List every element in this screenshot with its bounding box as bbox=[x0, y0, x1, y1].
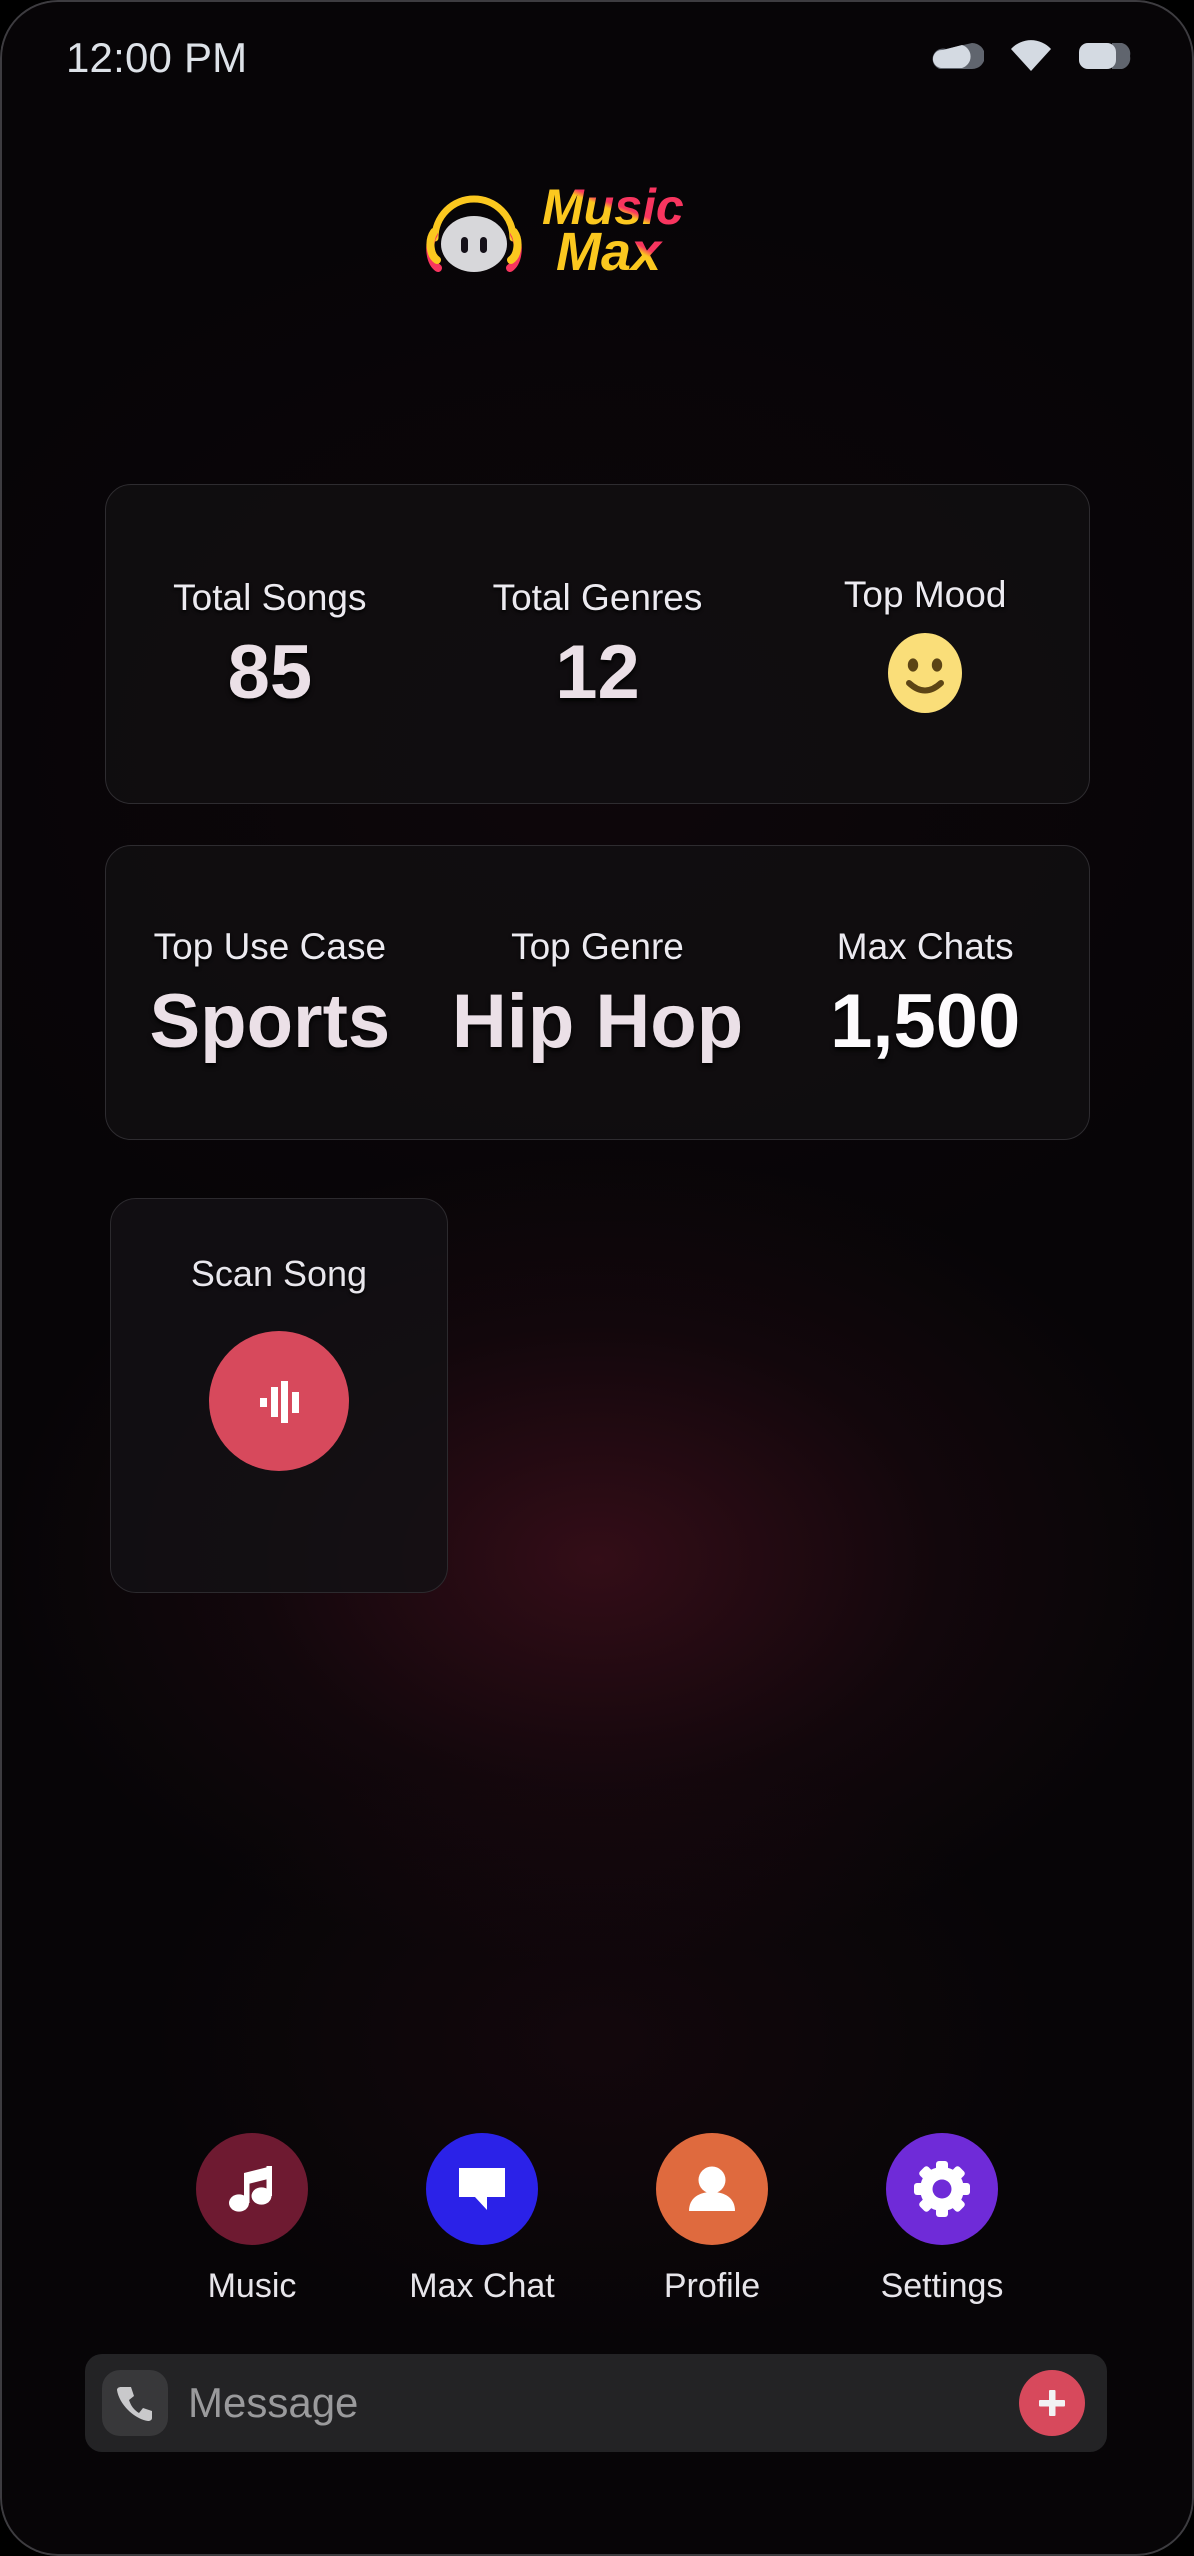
nav-icon-circle bbox=[656, 2133, 768, 2245]
scan-song-card[interactable]: Scan Song bbox=[110, 1198, 448, 1593]
nav-label: Music bbox=[207, 2267, 297, 2305]
nav-label: Settings bbox=[880, 2267, 1004, 2305]
audio-waveform-icon bbox=[260, 1381, 299, 1423]
stat-label: Top Mood bbox=[843, 574, 1007, 615]
stat-value-mood bbox=[886, 632, 964, 714]
status-bar-clock: 12:00 PM bbox=[66, 34, 248, 81]
add-attachment-button[interactable] bbox=[1019, 2370, 1085, 2436]
robot-headphones-icon bbox=[422, 182, 526, 274]
message-input-bar bbox=[85, 2354, 1107, 2452]
nav-icon-circle bbox=[426, 2133, 538, 2245]
stat-label: Max Chats bbox=[836, 925, 1014, 967]
stat-value: 85 bbox=[227, 630, 313, 715]
stat-label: Top Genre bbox=[511, 925, 684, 967]
plus-icon bbox=[1039, 2390, 1065, 2416]
stat-cell-top-genre: Top Genre Hip Hop bbox=[434, 926, 762, 1060]
nav-icon-circle bbox=[196, 2133, 308, 2245]
cellular-signal-icon bbox=[932, 41, 985, 76]
stat-value: 12 bbox=[555, 630, 640, 715]
wifi-icon bbox=[1010, 39, 1052, 77]
stat-label: Total Genres bbox=[492, 577, 703, 618]
status-bar-icons bbox=[932, 38, 1132, 78]
scan-song-label: Scan Song bbox=[190, 1253, 368, 1294]
stat-cell-top-use-case: Top Use Case Sports bbox=[106, 926, 434, 1060]
phone-device-frame: 12:00 PM Music Max Total Songs 85 Total … bbox=[0, 0, 1194, 2556]
stat-label: Total Songs bbox=[173, 577, 367, 618]
stat-value: 1,500 bbox=[830, 978, 1021, 1064]
nav-label: Profile bbox=[663, 2267, 761, 2305]
smiling-face-icon bbox=[888, 633, 963, 713]
stat-value: Hip Hop bbox=[451, 978, 744, 1064]
battery-icon bbox=[1078, 41, 1132, 76]
scan-song-button[interactable] bbox=[209, 1331, 349, 1471]
nav-item-profile[interactable]: Profile bbox=[625, 2133, 799, 2306]
overview-stats-card: Total Songs 85 Total Genres 12 Top Mood bbox=[105, 484, 1090, 804]
app-wordmark: Music Max bbox=[540, 179, 772, 282]
bottom-navigation: Music Max Chat Profile Settings bbox=[0, 2133, 1194, 2306]
gear-icon bbox=[914, 2161, 970, 2217]
person-icon bbox=[689, 2166, 735, 2211]
phone-icon[interactable] bbox=[102, 2370, 168, 2436]
nav-icon-circle bbox=[886, 2133, 998, 2245]
stat-value: Sports bbox=[149, 978, 391, 1064]
nav-item-max-chat[interactable]: Max Chat bbox=[395, 2133, 569, 2306]
stat-cell-total-songs: Total Songs 85 bbox=[106, 577, 434, 711]
app-logo: Music Max bbox=[0, 179, 1194, 282]
message-input[interactable] bbox=[188, 2354, 999, 2452]
speech-bubble-icon bbox=[459, 2168, 505, 2210]
music-note-icon bbox=[229, 2166, 272, 2212]
nav-item-music[interactable]: Music bbox=[165, 2133, 339, 2306]
app-screen: 12:00 PM Music Max Total Songs 85 Total … bbox=[0, 0, 1194, 2556]
nav-item-settings[interactable]: Settings bbox=[855, 2133, 1029, 2306]
insights-stats-card: Top Use Case Sports Top Genre Hip Hop Ma… bbox=[105, 845, 1090, 1140]
stat-cell-total-genres: Total Genres 12 bbox=[434, 577, 762, 711]
stat-cell-max-chats: Max Chats 1,500 bbox=[761, 926, 1089, 1060]
stat-cell-top-mood: Top Mood bbox=[761, 574, 1089, 714]
stat-label: Top Use Case bbox=[153, 925, 387, 967]
nav-label: Max Chat bbox=[409, 2267, 555, 2305]
svg-text:Max: Max bbox=[556, 222, 663, 276]
status-bar: 12:00 PM bbox=[0, 0, 1194, 116]
